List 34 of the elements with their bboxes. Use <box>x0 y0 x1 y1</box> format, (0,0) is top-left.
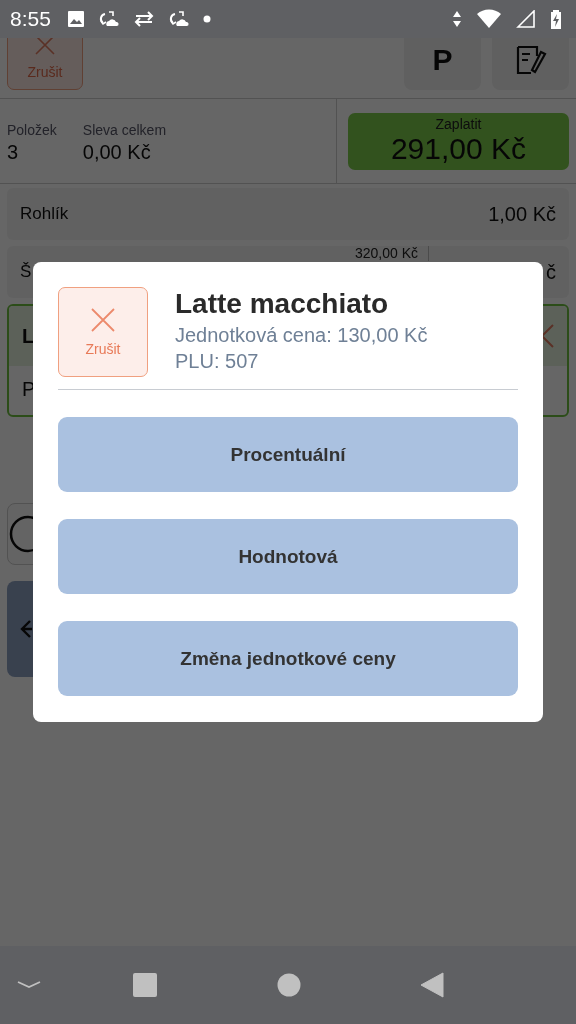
plu-code: PLU: 507 <box>175 349 260 374</box>
park-button[interactable]: P <box>404 38 481 90</box>
clock-time: 8:55 <box>10 7 51 31</box>
pay-button[interactable]: Zaplatit 291,00 Kč <box>348 112 569 170</box>
chevron-down-icon <box>16 980 42 990</box>
line-price: 1,00 Kč <box>488 202 556 226</box>
cloud-sync-icon <box>168 10 189 28</box>
unit-price: Jednotková cena: 130,00 Kč <box>175 323 428 348</box>
discount-label: Sleva celkem <box>82 122 167 138</box>
cancel-button[interactable]: Zrušit <box>58 287 148 377</box>
discount-option-button[interactable]: Změna jednotkové ceny <box>58 621 518 696</box>
note-button[interactable] <box>492 38 569 90</box>
discount-total: 0,00 Kč <box>82 141 152 164</box>
battery-charging-icon <box>550 8 562 30</box>
home-icon <box>277 973 301 997</box>
wifi-icon <box>476 9 502 29</box>
line-price: č <box>546 260 556 284</box>
original-price: 320,00 Kč <box>354 246 429 261</box>
discount-option-button[interactable]: Hodnotová <box>58 519 518 594</box>
image-icon <box>66 10 85 28</box>
signal-icon <box>516 10 536 28</box>
data-arrows-icon <box>452 10 462 28</box>
discount-option-button[interactable]: Procentuální <box>58 417 518 492</box>
cancel-button[interactable]: Zrušit <box>7 38 83 90</box>
back-icon <box>420 972 444 998</box>
product-title: Latte macchiato <box>175 288 390 320</box>
cloud-sync-icon <box>98 10 119 28</box>
dot-icon <box>202 15 211 23</box>
recents-icon <box>133 973 157 997</box>
items-label: Položek <box>7 122 57 138</box>
note-edit-icon <box>514 44 547 76</box>
arrow-left-icon <box>20 619 32 639</box>
items-count: 3 <box>7 141 20 164</box>
swap-arrows-icon <box>132 11 155 27</box>
